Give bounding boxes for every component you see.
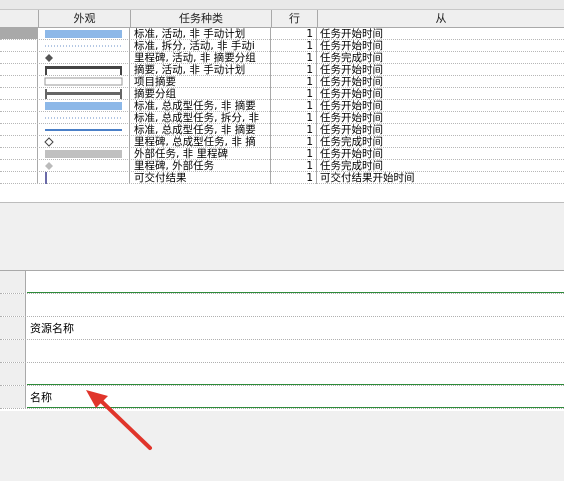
- red-arrow-icon: [86, 390, 152, 450]
